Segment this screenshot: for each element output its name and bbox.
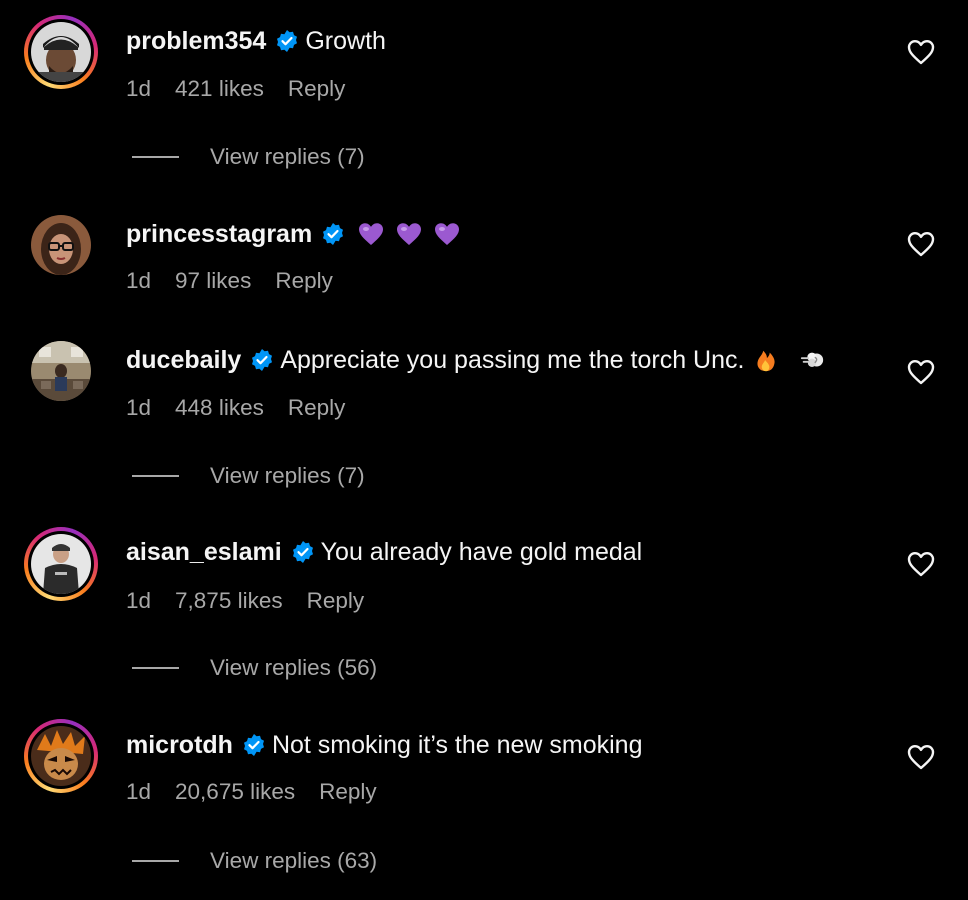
heart-icon[interactable]	[907, 744, 935, 770]
like-count[interactable]: 421 likes	[175, 76, 264, 102]
comment-text: Growth	[305, 26, 386, 55]
comment-timestamp: 1d	[126, 779, 152, 804]
fire-emoji-icon	[752, 347, 780, 373]
reply-button[interactable]: Reply	[319, 779, 377, 805]
reply-button[interactable]: Reply	[307, 588, 365, 614]
comment-timestamp: 1d	[126, 76, 152, 101]
verified-badge-icon	[242, 733, 266, 757]
view-replies-label: View replies (56)	[210, 655, 378, 680]
username[interactable]: ducebaily	[126, 346, 241, 375]
avatar[interactable]	[24, 527, 98, 601]
avatar[interactable]	[24, 334, 98, 408]
comment-text	[357, 221, 471, 247]
heart-icon[interactable]	[907, 39, 935, 65]
like-count[interactable]: 448 likes	[175, 395, 264, 421]
comment-timestamp: 1d	[126, 268, 152, 293]
like-count[interactable]: 97 likes	[175, 268, 251, 294]
comment-timestamp: 1d	[126, 395, 152, 420]
heart-icon[interactable]	[907, 231, 935, 257]
avatar[interactable]	[24, 15, 98, 89]
reply-button[interactable]: Reply	[288, 76, 346, 102]
view-replies-button[interactable]: View replies (56)	[132, 653, 377, 683]
divider-line	[132, 860, 179, 862]
comment-text: You already have gold medal	[320, 537, 643, 566]
avatar-person-hoodie-icon	[31, 534, 91, 594]
avatar-woman-glasses-icon	[31, 215, 91, 275]
avatar[interactable]	[24, 208, 98, 282]
avatar-anime-character-icon	[31, 726, 91, 786]
avatar[interactable]	[24, 719, 98, 793]
verified-badge-icon	[291, 540, 315, 564]
view-replies-label: View replies (63)	[210, 848, 378, 873]
username[interactable]: princesstagram	[126, 220, 312, 249]
view-replies-label: View replies (7)	[210, 144, 365, 169]
avatar-room-icon	[31, 341, 91, 401]
verified-badge-icon	[250, 348, 274, 372]
divider-line	[132, 667, 179, 669]
view-replies-button[interactable]: View replies (63)	[132, 846, 377, 876]
dashing-away-emoji-icon	[798, 347, 826, 373]
divider-line	[132, 156, 179, 158]
verified-badge-icon	[321, 222, 345, 246]
like-count[interactable]: 7,875 likes	[175, 588, 283, 614]
heart-icon[interactable]	[907, 359, 935, 385]
heart-icon[interactable]	[907, 551, 935, 577]
like-count[interactable]: 20,675 likes	[175, 779, 295, 805]
purple-heart-emoji-icon	[357, 221, 385, 247]
purple-heart-emoji-icon	[433, 221, 461, 247]
comment-text: Appreciate you passing me the torch Unc.	[280, 345, 745, 374]
username[interactable]: aisan_eslami	[126, 538, 282, 567]
comment-text: Not smoking it’s the new smoking	[271, 730, 643, 759]
reply-button[interactable]: Reply	[275, 268, 333, 294]
view-replies-button[interactable]: View replies (7)	[132, 142, 365, 172]
comment-timestamp: 1d	[126, 588, 152, 613]
avatar-man-cap-icon	[31, 22, 91, 82]
divider-line	[132, 475, 179, 477]
view-replies-button[interactable]: View replies (7)	[132, 461, 365, 491]
purple-heart-emoji-icon	[395, 221, 423, 247]
view-replies-label: View replies (7)	[210, 463, 365, 488]
verified-badge-icon	[275, 29, 299, 53]
username[interactable]: microtdh	[126, 731, 233, 760]
username[interactable]: problem354	[126, 27, 266, 56]
reply-button[interactable]: Reply	[288, 395, 346, 421]
